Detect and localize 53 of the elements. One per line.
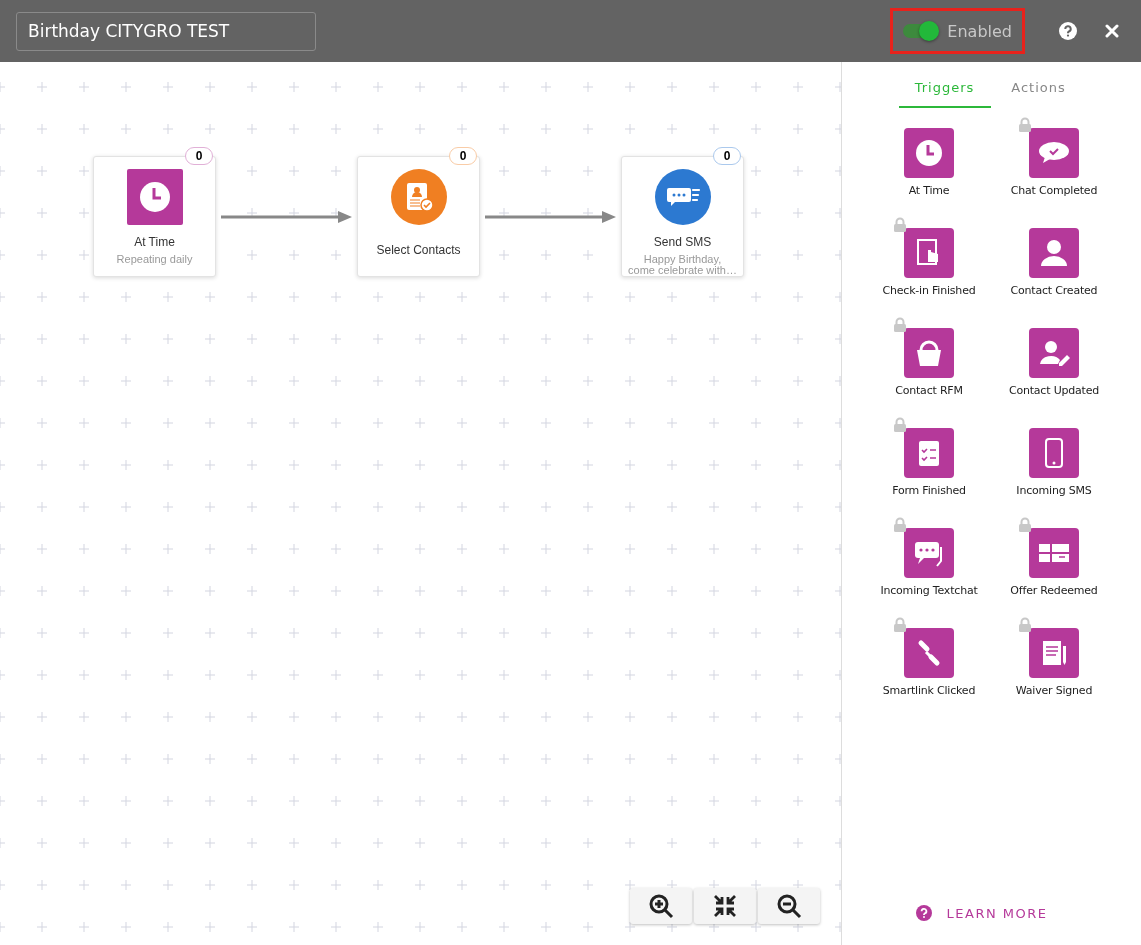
trigger-tile[interactable]: Waiver Signed: [991, 616, 1117, 708]
clipboard-checklist-icon: [904, 428, 954, 478]
arrows-inward-icon: [712, 893, 738, 919]
zoom-in-button[interactable]: [630, 888, 692, 924]
tile-label: Waiver Signed: [1015, 684, 1093, 697]
close-icon: [1105, 24, 1119, 38]
trigger-tile[interactable]: Incoming SMS: [991, 416, 1117, 508]
zoom-out-icon: [776, 893, 802, 919]
trigger-tile[interactable]: Offer Redeemed: [991, 516, 1117, 608]
node-subtitle: Happy Birthday, come celebrate with…: [628, 254, 737, 276]
tile-label: Chat Completed: [1010, 184, 1098, 197]
trigger-tile[interactable]: At Time: [866, 116, 992, 208]
learn-more-link[interactable]: LEARN MORE: [915, 905, 1048, 921]
trigger-tile[interactable]: Contact Updated: [991, 316, 1117, 408]
person-pencil-icon: [1029, 328, 1079, 378]
trigger-tile[interactable]: Smartlink Clicked: [866, 616, 992, 708]
phone-icon: [1029, 428, 1079, 478]
bucket-icon: [904, 328, 954, 378]
trigger-tile[interactable]: Form Finished: [866, 416, 992, 508]
document-pen-icon: [1029, 628, 1079, 678]
node-title: At Time: [134, 235, 175, 249]
zoom-in-icon: [648, 893, 674, 919]
node-subtitle: Repeating daily: [116, 254, 193, 265]
tile-label: Offer Redeemed: [1010, 584, 1098, 597]
switch-label: Enabled: [947, 21, 1012, 41]
tile-label: Smartlink Clicked: [882, 684, 976, 697]
tile-label: Contact RFM: [895, 384, 963, 397]
trigger-tile[interactable]: Contact Created: [991, 216, 1117, 308]
tile-label: Contact Created: [1010, 284, 1098, 297]
clock-icon: [904, 128, 954, 178]
node-title: Send SMS: [653, 235, 712, 249]
tile-label: Check-in Finished: [882, 284, 976, 297]
help-icon: [1059, 22, 1077, 40]
trigger-tile[interactable]: Check-in Finished: [866, 216, 992, 308]
trigger-tile[interactable]: Chat Completed: [991, 116, 1117, 208]
fit-view-button[interactable]: [694, 888, 756, 924]
panel-tab[interactable]: Actions: [992, 76, 1085, 108]
workflow-name-field[interactable]: Birthday CITYGRO TEST: [16, 11, 316, 51]
gift-card-icon: [1029, 528, 1079, 578]
node-title: Select Contacts: [376, 243, 461, 257]
tile-label: Contact Updated: [1008, 384, 1100, 397]
person-icon: [1029, 228, 1079, 278]
tile-label: Incoming SMS: [1016, 484, 1092, 497]
tile-label: At Time: [908, 184, 950, 197]
zoom-out-button[interactable]: [758, 888, 820, 924]
trigger-tile[interactable]: Incoming Textchat: [866, 516, 992, 608]
tile-label: Form Finished: [892, 484, 966, 497]
help-icon: [915, 905, 932, 921]
enabled-switch[interactable]: [903, 24, 938, 38]
tile-label: Incoming Textchat: [880, 584, 978, 597]
chat-bubbles-icon: [904, 528, 954, 578]
chat-check-icon: [1029, 128, 1079, 178]
trigger-tile[interactable]: Contact RFM: [866, 316, 992, 408]
